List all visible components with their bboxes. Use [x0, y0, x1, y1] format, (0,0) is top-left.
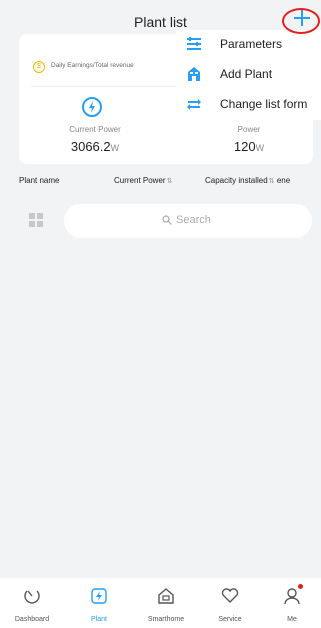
- nav-plant[interactable]: Plant: [69, 578, 129, 628]
- bolt-icon: [82, 97, 102, 117]
- user-icon: [284, 588, 300, 605]
- menu-item-label: Change list form: [220, 97, 308, 111]
- power-value: 120W: [233, 139, 265, 154]
- power-label: Power: [237, 125, 261, 134]
- sort-icon: ⇅: [268, 178, 275, 185]
- current-power-value: 3066.2W: [70, 139, 120, 154]
- notification-badge: [298, 584, 303, 589]
- menu-item-parameters[interactable]: Parameters: [176, 30, 321, 58]
- menu-item-change-list-form[interactable]: Change list form: [176, 90, 321, 118]
- column-headers: Plant name Current Power⇅ Capacity insta…: [0, 170, 321, 192]
- search-placeholder: Search: [176, 214, 211, 226]
- power-unit: W: [255, 143, 265, 153]
- nav-service[interactable]: Service: [200, 578, 260, 628]
- add-menu: Parameters Add Plant Change list form: [176, 30, 321, 120]
- nav-label: Service: [218, 616, 242, 623]
- grid-view-icon[interactable]: [29, 213, 43, 227]
- home-icon: [158, 588, 174, 604]
- plant-icon: [188, 67, 200, 81]
- bottom-nav: Dashboard Plant Smarthome Service Me: [0, 578, 321, 628]
- dollar-icon: $: [33, 61, 45, 73]
- search-icon: [162, 215, 172, 225]
- column-plant-name[interactable]: Plant name: [19, 176, 59, 185]
- current-power-label: Current Power: [69, 125, 121, 134]
- earnings-label: Daily Earnings/Total revenue: [51, 62, 134, 69]
- menu-item-label: Add Plant: [220, 67, 273, 81]
- heart-icon: [221, 588, 239, 603]
- sort-icon: ⇅: [166, 178, 173, 185]
- swap-icon: [187, 99, 201, 110]
- plant-bolt-icon: [91, 588, 107, 604]
- highlight-ring: [282, 8, 320, 34]
- list-icon: [187, 37, 201, 50]
- current-power-unit: W: [110, 143, 120, 153]
- nav-label: Me: [287, 616, 297, 623]
- nav-me[interactable]: Me: [262, 578, 321, 628]
- nav-smarthome[interactable]: Smarthome: [136, 578, 196, 628]
- column-current-power[interactable]: Current Power⇅: [114, 176, 172, 185]
- menu-item-label: Parameters: [220, 37, 283, 51]
- column-capacity-installed[interactable]: Capacity installed⇅ ene: [205, 176, 290, 185]
- nav-dashboard[interactable]: Dashboard: [2, 578, 62, 628]
- nav-label: Plant: [91, 616, 107, 623]
- menu-item-add-plant[interactable]: Add Plant: [176, 60, 321, 88]
- nav-label: Smarthome: [147, 616, 185, 623]
- page-title: Plant list: [134, 14, 187, 30]
- dashboard-icon: [24, 590, 40, 604]
- nav-label: Dashboard: [14, 616, 50, 623]
